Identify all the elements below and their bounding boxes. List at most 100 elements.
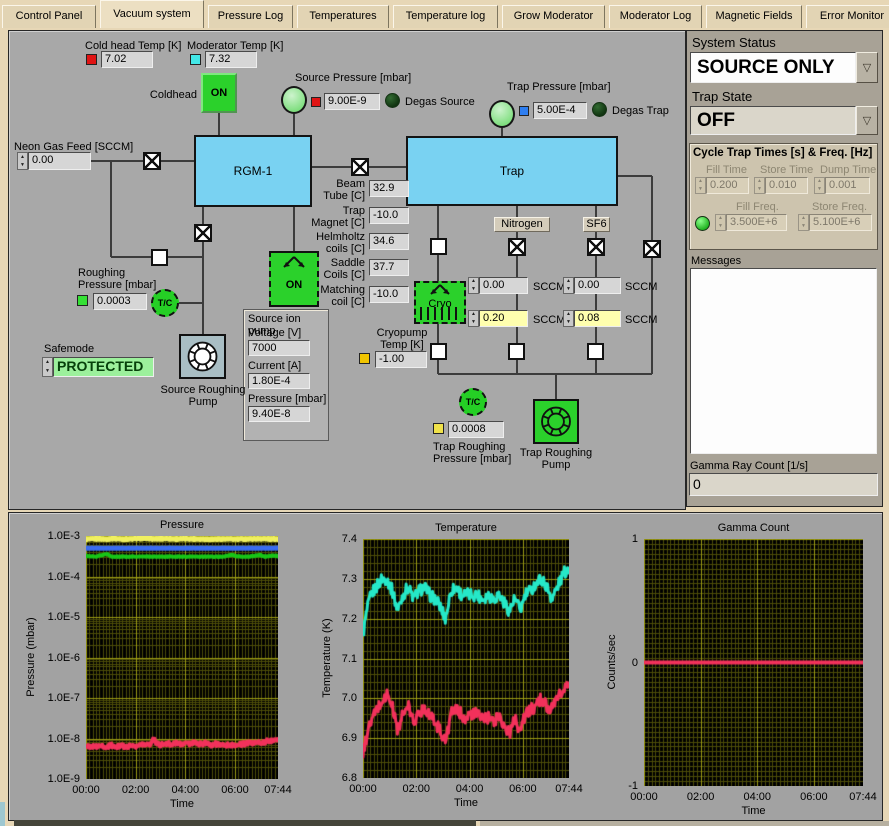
spinner-arrows-icon[interactable]: ▲▼ xyxy=(563,310,574,327)
vacuum-diagram-panel: Cold head Temp [K] 7.02 Moderator Temp [… xyxy=(8,30,686,510)
neon-gas-feed-value[interactable]: 0.00 xyxy=(28,152,91,170)
spinner-arrows-icon[interactable]: ▲▼ xyxy=(17,152,28,170)
trap-pressure-gauge-icon xyxy=(489,100,515,128)
fill-time-value: 0.200 xyxy=(706,177,749,194)
roughing-pressure-label: Roughing Pressure [mbar] xyxy=(78,267,156,291)
source-ion-pump-info-box: Source ion pump Voltage [V] 7000 Current… xyxy=(243,309,329,441)
source-thermocouple-icon: T/C xyxy=(151,289,179,317)
tab-pressure-log[interactable]: Pressure Log xyxy=(208,5,293,28)
sf6-valve[interactable] xyxy=(587,238,605,256)
ion-pump-current-value: 1.80E-4 xyxy=(248,373,310,389)
sf6-actual-flow-value[interactable]: 0.08 xyxy=(574,310,621,327)
nitrogen-manifold-valve[interactable] xyxy=(508,343,525,360)
tab-grow-moderator[interactable]: Grow Moderator xyxy=(502,5,605,28)
spinner-arrows-icon[interactable]: ▲▼ xyxy=(563,277,574,294)
degas-source-led[interactable] xyxy=(385,93,400,108)
trap-pressure-value: 5.00E-4 xyxy=(533,102,587,119)
spinner-arrows-icon[interactable]: ▲▼ xyxy=(468,277,479,294)
source-roughing-pump-button[interactable] xyxy=(179,334,226,379)
cryo-manifold-valve[interactable] xyxy=(430,343,447,360)
spinner-arrows-icon: ▲▼ xyxy=(754,177,765,194)
nitrogen-set-flow-spinner[interactable]: ▲▼ 0.00 xyxy=(468,277,528,294)
tab-temperatures[interactable]: Temperatures xyxy=(297,5,389,28)
cryopump-temp-value: -1.00 xyxy=(375,351,427,368)
x-tick-label: 02:00 xyxy=(396,783,436,795)
roughing-line-valve[interactable] xyxy=(151,249,168,266)
trap-roughing-pump-button[interactable] xyxy=(533,399,579,444)
messages-box xyxy=(690,268,877,454)
roughing-pressure-value: 0.0003 xyxy=(93,293,147,310)
trap-state-dropdown[interactable]: OFF ▽ xyxy=(690,106,878,135)
system-status-dropdown[interactable]: SOURCE ONLY ▽ xyxy=(690,52,878,83)
beamline-valve[interactable] xyxy=(351,158,369,176)
saddle-coils-value: 37.7 xyxy=(369,259,409,276)
sf6-set-flow-spinner[interactable]: ▲▼ 0.00 xyxy=(563,277,621,294)
trap-roughing-pump-label: Trap Roughing Pump xyxy=(512,447,600,471)
ion-pump-arrows-icon xyxy=(271,255,317,271)
y-tick-label: 7.3 xyxy=(309,573,357,585)
pump-rotor-icon xyxy=(181,336,224,377)
source-pressure-color-swatch xyxy=(311,97,321,107)
nitrogen-actual-flow-spinner[interactable]: ▲▼ 0.20 xyxy=(468,310,528,327)
degas-trap-led[interactable] xyxy=(592,102,607,117)
ion-pump-state: ON xyxy=(286,279,303,291)
tab-magnetic-fields[interactable]: Magnetic Fields xyxy=(706,5,802,28)
x-tick-label: 04:00 xyxy=(737,791,777,803)
spinner-arrows-icon: ▲▼ xyxy=(695,177,706,194)
dropdown-arrow-icon[interactable]: ▽ xyxy=(856,52,878,83)
degas-source-label: Degas Source xyxy=(405,96,475,108)
y-tick-label: 7.4 xyxy=(309,533,357,545)
y-tick-label: 1.0E-5 xyxy=(32,611,80,623)
rgm1-roughing-valve[interactable] xyxy=(194,224,212,242)
source-pressure-value: 9.00E-9 xyxy=(324,93,380,110)
chart-plot-gamma-count xyxy=(644,539,863,786)
nitrogen-valve[interactable] xyxy=(508,238,526,256)
store-time-label: Store Time xyxy=(760,164,813,176)
dropdown-arrow-icon[interactable]: ▽ xyxy=(856,106,878,135)
cryo-pump-button[interactable]: Cryo xyxy=(414,281,466,324)
ion-pump-current-label: Current [A] xyxy=(248,360,301,372)
x-tick-label: 00:00 xyxy=(624,791,664,803)
source-ion-pump-button[interactable]: ON xyxy=(269,251,319,307)
nitrogen-actual-flow-value[interactable]: 0.20 xyxy=(479,310,528,327)
tab-moderator-log[interactable]: Moderator Log xyxy=(609,5,702,28)
y-tick-label: 1.0E-3 xyxy=(32,530,80,542)
chart-xlabel: Time xyxy=(152,798,212,810)
spinner-arrows-icon[interactable]: ▲▼ xyxy=(468,310,479,327)
sf6-set-flow-value[interactable]: 0.00 xyxy=(574,277,621,294)
trap-state-value[interactable]: OFF xyxy=(690,106,856,135)
safemode-value[interactable]: PROTECTED xyxy=(53,357,154,377)
safemode-control[interactable]: ▲▼ PROTECTED xyxy=(42,357,154,377)
tab-error-monitor[interactable]: Error Monitor xyxy=(806,5,889,28)
trap-pressure-label: Trap Pressure [mbar] xyxy=(507,81,611,93)
fill-freq-value: 3.500E+6 xyxy=(726,214,787,231)
spinner-arrows-icon: ▲▼ xyxy=(715,214,726,231)
sf6-actual-flow-spinner[interactable]: ▲▼ 0.08 xyxy=(563,310,621,327)
tab-control-panel[interactable]: Control Panel xyxy=(2,5,96,28)
coldhead-on-button[interactable]: ON xyxy=(201,73,237,113)
x-tick-label: 07:44 xyxy=(843,791,883,803)
tab-temperature-log[interactable]: Temperature log xyxy=(393,5,498,28)
cycle-trap-times-title: Cycle Trap Times [s] & Freq. [Hz] xyxy=(693,147,872,159)
helmholtz-coils-value: 34.6 xyxy=(369,233,409,250)
y-tick-label: 1.0E-6 xyxy=(32,652,80,664)
status-sidebar: System Status SOURCE ONLY ▽ Trap State O… xyxy=(686,30,883,507)
vent-valve[interactable] xyxy=(643,240,661,258)
chart-title: Pressure xyxy=(112,519,252,531)
x-tick-label: 06:00 xyxy=(503,783,543,795)
moderator-temp-value: 7.32 xyxy=(205,51,257,68)
desktop-edge xyxy=(0,802,5,826)
trap-pressure-color-swatch xyxy=(519,106,529,116)
trap-magnet-label: Trap Magnet [C] xyxy=(309,205,365,229)
system-status-value[interactable]: SOURCE ONLY xyxy=(690,52,856,83)
x-tick-label: 06:00 xyxy=(794,791,834,803)
tab-vacuum-system[interactable]: Vacuum system xyxy=(100,0,204,28)
sf6-manifold-valve[interactable] xyxy=(587,343,604,360)
spinner-arrows-icon[interactable]: ▲▼ xyxy=(42,357,53,377)
nitrogen-set-flow-value[interactable]: 0.00 xyxy=(479,277,528,294)
cryo-inlet-valve[interactable] xyxy=(430,238,447,255)
trap-thermocouple-icon: T/C xyxy=(459,388,487,416)
neon-gas-feed-spinner[interactable]: ▲▼ 0.00 xyxy=(17,152,91,170)
y-tick-label: 7.1 xyxy=(309,653,357,665)
neon-feed-valve[interactable] xyxy=(143,152,161,170)
